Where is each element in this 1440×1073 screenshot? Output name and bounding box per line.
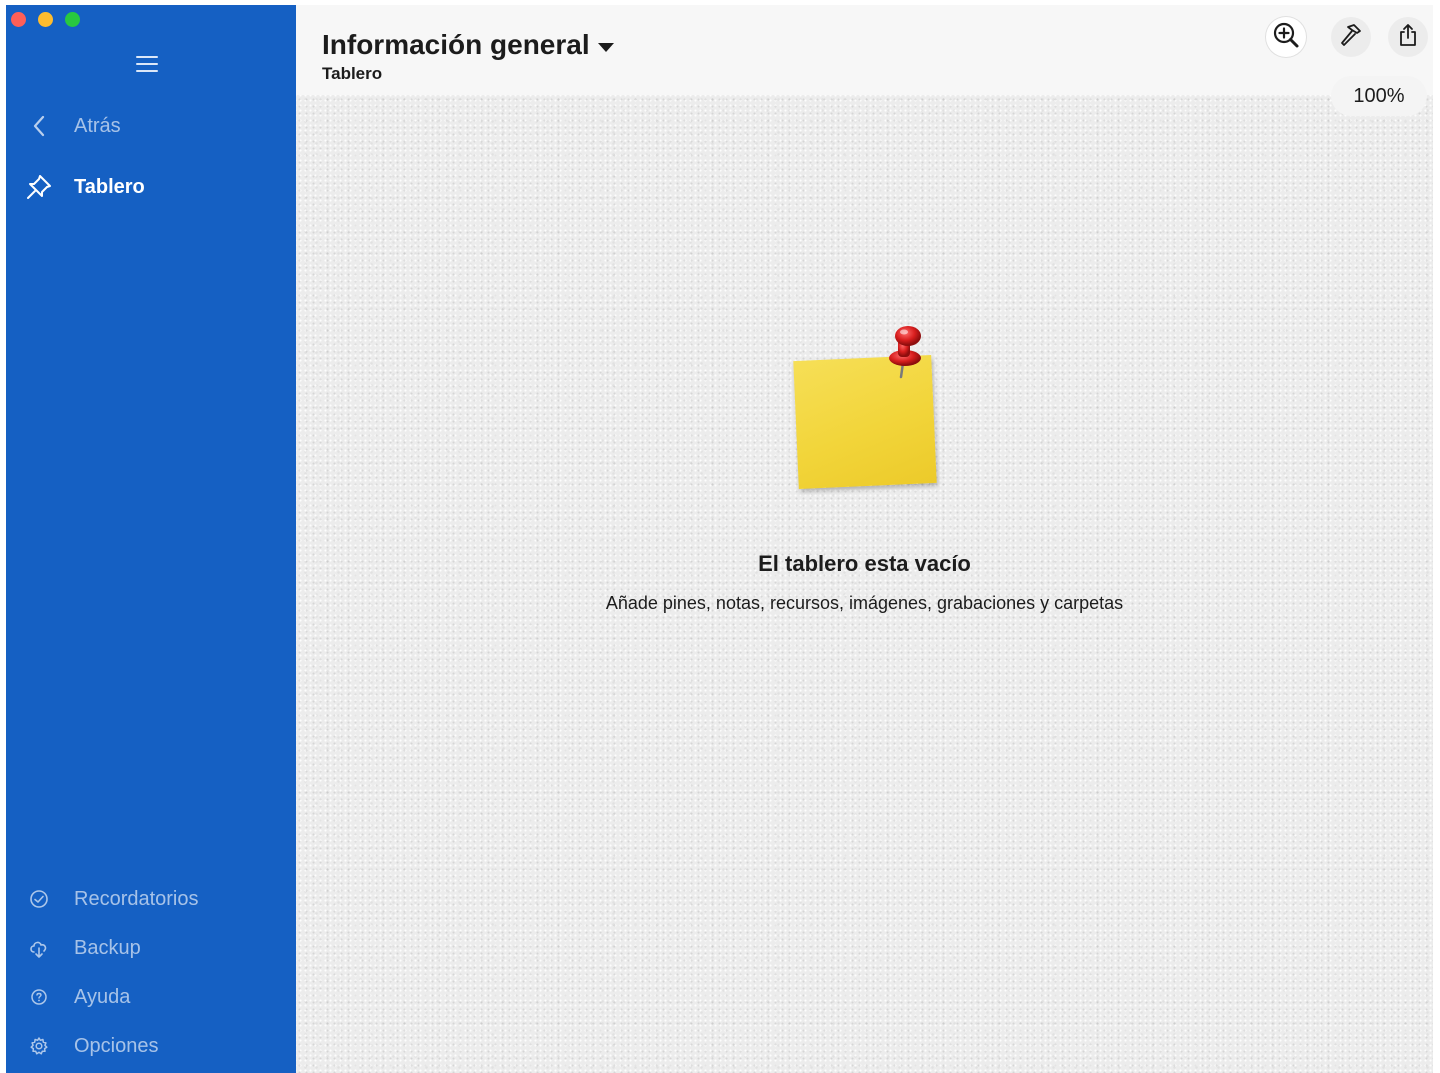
sidebar-item-backup[interactable]: Backup xyxy=(6,926,296,970)
share-button[interactable] xyxy=(1388,17,1428,57)
page-title: Información general xyxy=(322,29,590,60)
cloud-icon xyxy=(24,933,54,963)
zoom-window-button[interactable] xyxy=(65,12,80,27)
hamburger-icon[interactable] xyxy=(136,56,158,73)
sidebar-item-tablero[interactable]: Tablero xyxy=(6,165,296,209)
page-subtitle: Tablero xyxy=(322,64,383,83)
share-icon xyxy=(1397,23,1419,52)
board-area: Información general Tablero 100% El tabl… xyxy=(296,5,1433,1073)
minimize-window-button[interactable] xyxy=(38,12,53,27)
sidebar-item-ayuda[interactable]: Ayuda xyxy=(6,975,296,1019)
caret-down-icon xyxy=(597,42,614,52)
sidebar-item-label: Ayuda xyxy=(74,985,131,1008)
hammer-icon xyxy=(1338,22,1364,53)
tools-button[interactable] xyxy=(1331,17,1371,57)
sidebar-item-recordatorios[interactable]: Recordatorios xyxy=(6,877,296,921)
empty-state-subtitle: Añade pines, notas, recursos, imágenes, … xyxy=(605,593,1124,613)
sidebar-item-label: Backup xyxy=(74,936,141,959)
sidebar-item-opciones[interactable]: Opciones xyxy=(6,1024,296,1068)
header-bar: Información general Tablero xyxy=(296,5,1433,95)
sidebar-item-label: Recordatorios xyxy=(74,887,199,910)
pushpin-icon xyxy=(889,326,921,379)
zoom-in-button[interactable] xyxy=(1266,17,1306,57)
sidebar-item-label: Tablero xyxy=(74,175,145,198)
empty-state-title: El tablero esta vacío xyxy=(758,551,971,576)
window-controls xyxy=(11,12,80,27)
sidebar: Atrás Tablero Recordatorios Backup Ayuda… xyxy=(6,5,296,1073)
sticky-note-illustration xyxy=(791,325,951,495)
chevron-left-icon xyxy=(24,111,54,141)
sidebar-item-label: Opciones xyxy=(74,1034,159,1057)
gear-icon xyxy=(24,1031,54,1061)
close-window-button[interactable] xyxy=(11,12,26,27)
back-label: Atrás xyxy=(74,114,121,137)
check-circle-icon xyxy=(24,884,54,914)
back-button[interactable]: Atrás xyxy=(6,104,296,148)
app-window: Atrás Tablero Recordatorios Backup Ayuda… xyxy=(6,5,1433,1073)
help-circle-icon xyxy=(24,982,54,1012)
zoom-in-icon xyxy=(1272,21,1300,54)
zoom-level-indicator: 100% xyxy=(1331,76,1427,116)
page-title-dropdown[interactable]: Información general xyxy=(322,29,614,61)
pin-icon xyxy=(24,172,54,202)
